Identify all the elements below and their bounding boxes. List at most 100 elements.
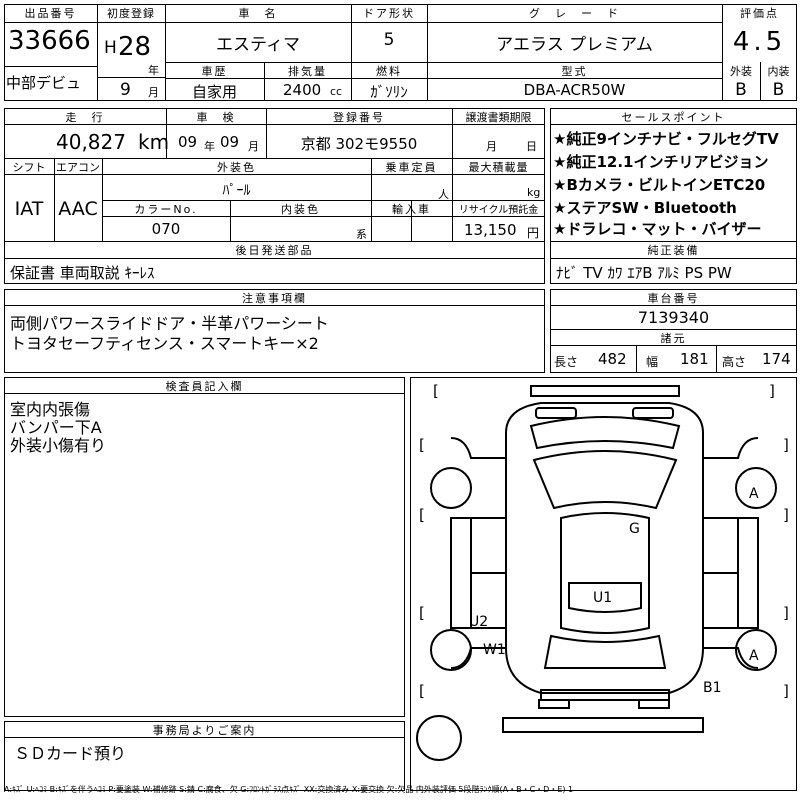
score: 4.5 — [732, 27, 787, 57]
inspector-line: 外装小傷有り — [10, 436, 107, 455]
notes-label: 注意事項欄 — [242, 292, 307, 305]
svg-text:[: [ — [419, 604, 425, 622]
damage-mark: W1 — [483, 642, 506, 658]
fuel: ｶﾞｿﾘﾝ — [370, 83, 408, 101]
svg-text:[: [ — [419, 436, 425, 454]
chassis-number: 7139340 — [637, 308, 710, 327]
notes-line: トヨタセーフティセンス・スマートキー×2 — [10, 334, 319, 353]
chassis-label: 車台番号 — [647, 292, 700, 305]
recycle-label: リサイクル預託金 — [458, 205, 539, 216]
lot-no: 33666 — [8, 26, 91, 56]
int-color-label: 内装色 — [281, 203, 320, 216]
sales-item: ★ドラレコ・マット・バイザー — [553, 220, 762, 238]
len: 482 — [598, 350, 627, 368]
era: H — [104, 38, 117, 58]
grade: アエラス プレミアム — [496, 35, 653, 55]
reg-month: 9 — [120, 80, 131, 100]
office-label: 事務局よりご案内 — [152, 724, 257, 737]
model: DBA-ACR50W — [523, 81, 626, 99]
recycle-unit: 円 — [527, 226, 540, 240]
mileage-label: 走 行 — [65, 111, 105, 124]
month-unit: 月 — [148, 86, 159, 99]
svg-text:[: [ — [419, 506, 425, 524]
fuel-label: 燃料 — [376, 65, 402, 78]
name-label: 車 名 — [238, 7, 278, 20]
year-unit: 年 — [148, 64, 159, 77]
inspector-label: 検査員記入欄 — [165, 380, 244, 393]
damage-mark: U2 — [469, 614, 488, 630]
svg-text:[: [ — [433, 382, 439, 400]
dims-label: 諸元 — [660, 332, 687, 345]
int-label: 内装 — [767, 65, 790, 78]
ac: AAC — [58, 198, 98, 220]
wid-label: 幅 — [646, 355, 659, 369]
damage-mark: U1 — [593, 590, 612, 606]
score-label: 評価点 — [740, 7, 779, 20]
sales-item: ★ステアSW・Bluetooth — [553, 199, 737, 217]
sales-label: セールスポイント — [621, 111, 726, 124]
color: ﾊﾟｰﾙ — [222, 183, 251, 199]
color-label: 外装色 — [217, 161, 256, 174]
ext-grade: B — [735, 80, 747, 100]
ext-label: 外装 — [730, 65, 752, 78]
car-diagram-block: [ ] [ ] [ ] [ ] [ ] A G U1 U2 W1 A B1 — [410, 377, 797, 791]
displacement-label: 排気量 — [288, 65, 327, 78]
load-unit: kg — [527, 186, 541, 199]
color-no: 070 — [151, 220, 181, 238]
sales-item: ★純正9インチナビ・フルセグTV — [553, 130, 779, 148]
car-diagram: [ ] [ ] [ ] [ ] [ ] A G U1 U2 W1 A B1 — [416, 382, 789, 761]
first-reg-label: 初度登録 — [107, 7, 155, 20]
doors: 5 — [383, 30, 395, 50]
history-label: 車歴 — [201, 65, 228, 78]
equip-label: 純正装備 — [647, 244, 700, 257]
car-name: エスティマ — [216, 35, 300, 55]
mileage-unit: km — [138, 130, 170, 154]
inspection-label: 車 検 — [196, 111, 236, 124]
len-label: 長さ — [554, 355, 579, 369]
recycle: 13,150 — [464, 221, 517, 239]
shift: IAT — [14, 198, 44, 220]
capacity-label: 乗車定員 — [385, 161, 438, 174]
reg-year: 28 — [118, 32, 152, 62]
load-label: 最大積載量 — [468, 161, 529, 174]
svg-text:]: ] — [783, 436, 789, 454]
plate: 京都 302モ9550 — [300, 135, 418, 153]
sales-item: ★純正12.1インチリアビジョン — [553, 153, 769, 171]
model-label: 型式 — [561, 65, 588, 78]
displacement: 2400 — [283, 81, 322, 99]
equip: ﾅﾋﾞ TV ｶﾜ ｴｱB ｱﾙﾐ PS PW — [556, 264, 732, 282]
hei: 174 — [762, 350, 791, 368]
later-parts: 保証書 車両取説 ｷｰﾚｽ — [10, 264, 155, 282]
insp-month: 09 — [220, 133, 240, 151]
wid: 181 — [680, 350, 709, 368]
plate-label: 登録番号 — [333, 111, 385, 124]
insp-year-unit: 年 — [204, 140, 215, 153]
later-label: 後日発送部品 — [235, 244, 314, 257]
svg-text:]: ] — [783, 682, 789, 700]
transfer-month-unit: 月 — [486, 140, 497, 153]
grade-label: グ レ ー ド — [529, 7, 620, 20]
doors-label: ドア形状 — [363, 7, 415, 20]
transfer-label: 譲渡書類期限 — [465, 111, 532, 124]
office-text: ＳＤカード預り — [14, 744, 127, 763]
insp-month-unit: 月 — [248, 140, 259, 153]
damage-mark: A — [749, 648, 759, 664]
color-no-label: カラーNo. — [134, 203, 198, 216]
legend: A:ｷｽﾞ U:ﾍｺﾐ B:ｷｽﾞを伴うﾍｺﾐ P:要塗装 W:補修跡 S:錆 … — [4, 785, 574, 794]
int-color-unit: 系 — [356, 228, 367, 241]
mileage: 40,827 — [56, 130, 126, 154]
lot-no-label: 出品番号 — [24, 7, 77, 20]
shift-label: シフト — [12, 161, 46, 174]
import-label: 輸入車 — [392, 203, 431, 216]
damage-mark: B1 — [703, 680, 722, 696]
damage-mark: A — [749, 486, 759, 502]
insp-year: 09 — [178, 133, 198, 151]
svg-text:[: [ — [419, 682, 425, 700]
transfer-day-unit: 日 — [526, 140, 537, 153]
hei-label: 高さ — [722, 355, 747, 369]
svg-text:]: ] — [769, 382, 775, 400]
svg-text:]: ] — [783, 506, 789, 524]
int-grade: B — [772, 80, 785, 100]
damage-mark: G — [629, 521, 640, 537]
debut-label: 中部デビュ — [6, 74, 82, 92]
